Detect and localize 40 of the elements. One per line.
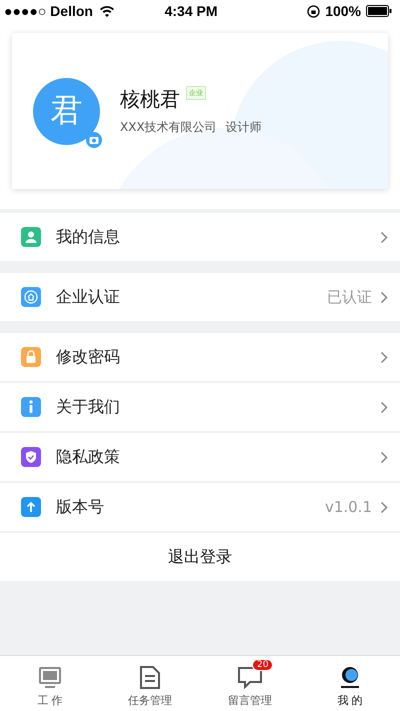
- camera-icon[interactable]: [86, 132, 102, 148]
- carrier-signal: ●●●●○ Dellon: [4, 3, 93, 19]
- menu-value: 已认证: [327, 288, 372, 306]
- chevron-right-icon: [380, 500, 388, 514]
- battery-icon: [366, 5, 392, 17]
- chevron-right-icon: [380, 350, 388, 364]
- tab[interactable]: 20 留言管理: [200, 656, 300, 711]
- menu-label: 版本号: [56, 496, 105, 518]
- menu-value: v1.0.1: [324, 498, 372, 516]
- menu-label: 修改密码: [56, 346, 121, 368]
- monitor-icon: [39, 667, 61, 689]
- battery-percent: 100%: [325, 3, 361, 19]
- profile-icon: [339, 665, 361, 689]
- tab[interactable]: 我 的: [300, 656, 400, 711]
- menu-item[interactable]: 版本号 v1.0.1: [0, 483, 400, 531]
- menu-label: 我的信息: [56, 226, 121, 248]
- unread-count-badge: 20: [252, 659, 274, 671]
- job-title: 设计师: [226, 120, 262, 134]
- chevron-right-icon: [380, 290, 388, 304]
- status-time: 4:34 PM: [164, 3, 219, 19]
- wifi-icon: [98, 5, 115, 17]
- menu-label: 隐私政策: [56, 446, 121, 468]
- menu-label: 关于我们: [56, 396, 121, 418]
- chat-icon: [238, 667, 262, 689]
- menu-label: 企业认证: [56, 286, 121, 308]
- chevron-right-icon: [380, 400, 388, 414]
- rotation-lock-icon: [307, 4, 320, 18]
- menu-item[interactable]: 我的信息: [0, 213, 400, 261]
- menu-item[interactable]: 企业认证 已认证: [0, 273, 400, 321]
- menu-item[interactable]: 隐私政策: [0, 433, 400, 481]
- tab[interactable]: 任务管理: [100, 656, 200, 711]
- menu-item[interactable]: 修改密码: [0, 333, 400, 381]
- user-name: 核桃君: [120, 86, 180, 113]
- chevron-right-icon: [380, 450, 388, 464]
- chevron-right-icon: [380, 230, 388, 244]
- company-name: XXX技术有限公司: [120, 120, 217, 134]
- tab[interactable]: 工 作: [0, 656, 100, 711]
- menu-item[interactable]: 关于我们: [0, 383, 400, 431]
- document-icon: [140, 666, 160, 689]
- logout-button[interactable]: 退出登录: [0, 533, 400, 581]
